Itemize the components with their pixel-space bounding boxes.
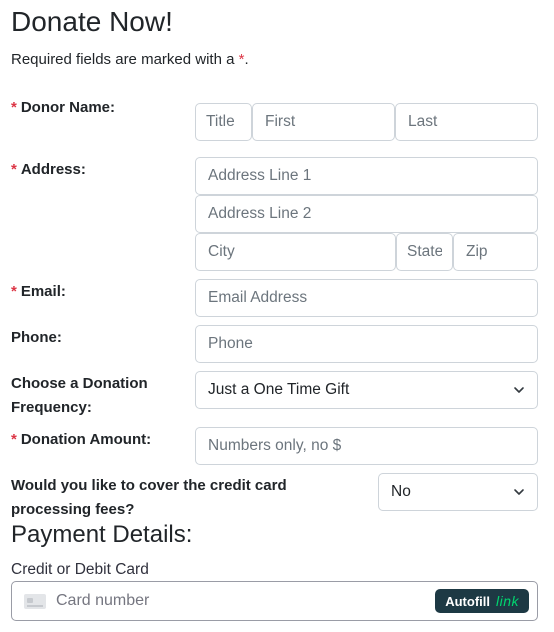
frequency-label: Choose a Donation Frequency: — [11, 372, 148, 420]
zip-input[interactable] — [453, 233, 538, 271]
frequency-label-line2: Frequency: — [11, 399, 92, 416]
frequency-label-line1: Choose a Donation — [11, 375, 148, 392]
required-fields-note: Required fields are marked with a *. — [11, 51, 249, 68]
required-marker: * — [11, 283, 17, 300]
address-label: * Address: — [11, 158, 86, 182]
required-marker: * — [11, 161, 17, 178]
first-name-input[interactable] — [252, 103, 395, 141]
cover-fees-select[interactable]: No — [378, 473, 538, 511]
address-line2-input[interactable] — [195, 195, 538, 233]
page-title: Donate Now! — [11, 6, 173, 37]
donation-amount-label-text: Donation Amount: — [20, 431, 152, 448]
cover-fees-selected-value: No — [391, 483, 411, 500]
donation-amount-label: * Donation Amount: — [11, 428, 151, 452]
credit-card-icon — [24, 593, 46, 609]
chevron-down-icon — [513, 486, 525, 498]
autofill-link-button[interactable]: Autofill link — [435, 589, 529, 613]
chevron-down-icon — [513, 384, 525, 396]
donor-name-label-text: Donor Name: — [20, 99, 116, 116]
phone-input[interactable] — [195, 325, 538, 363]
frequency-select[interactable]: Just a One Time Gift — [195, 371, 538, 409]
frequency-selected-value: Just a One Time Gift — [208, 381, 350, 398]
cover-fees-label: Would you like to cover the credit card … — [11, 474, 287, 522]
title-input[interactable] — [195, 103, 252, 141]
email-input[interactable] — [195, 279, 538, 317]
payment-details-heading: Payment Details: — [11, 521, 193, 548]
last-name-input[interactable] — [395, 103, 538, 141]
donor-name-label: * Donor Name: — [11, 96, 115, 120]
required-marker: * — [11, 431, 17, 448]
donation-amount-input[interactable] — [195, 427, 538, 465]
address-line1-input[interactable] — [195, 157, 538, 195]
address-label-text: Address: — [20, 161, 86, 178]
card-field-label: Credit or Debit Card — [11, 561, 149, 578]
link-logo: link — [495, 593, 519, 609]
state-input[interactable] — [396, 233, 453, 271]
email-label: * Email: — [11, 280, 66, 304]
required-marker: * — [11, 99, 17, 116]
card-number-input[interactable] — [56, 592, 436, 610]
card-number-field[interactable]: Autofill link — [11, 581, 538, 621]
cover-fees-label-line1: Would you like to cover the credit card — [11, 477, 287, 494]
phone-label: Phone: — [11, 329, 62, 346]
cover-fees-label-line2: processing fees? — [11, 501, 135, 518]
autofill-label: Autofill — [445, 593, 490, 609]
required-note-suffix: . — [244, 51, 249, 68]
city-input[interactable] — [195, 233, 396, 271]
email-label-text: Email: — [20, 283, 66, 300]
required-note-text: Required fields are marked with a — [11, 51, 239, 68]
